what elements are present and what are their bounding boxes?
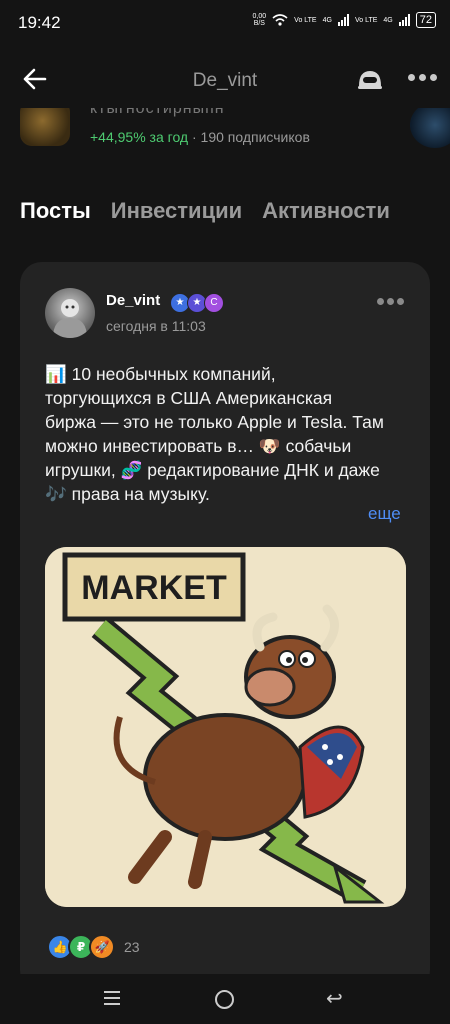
sim2-net: 4G [383,16,393,24]
strategy-stats: +44,95% за год · 190 подписчиков [90,129,310,145]
system-back-icon[interactable]: ↩ [326,986,343,1011]
post-more-icon[interactable] [377,298,404,305]
top-app-bar: De_vint [0,52,450,108]
post-image[interactable]: MARKET [45,547,406,907]
post-author[interactable]: De_vint [106,292,160,309]
sim1-net: 4G [322,16,332,24]
tab-posts[interactable]: Посты [20,198,91,224]
status-icons: 0,00 B/S Vo LTE 4G Vo LTE 4G 72 [253,12,436,28]
profile-tabs: Посты Инвестиции Активности [20,198,390,224]
strategy-subscribers: 190 подписчиков [200,129,310,145]
strategy-image [20,108,70,146]
system-nav-bar: ↩ [0,974,450,1024]
circle-badge-icon: C [204,293,224,313]
sim2-label: Vo LTE [354,16,378,24]
status-time: 19:42 [18,13,61,32]
strategy-gain: +44,95% за год [90,129,189,145]
avatar[interactable] [45,288,95,338]
signal-2-icon [398,14,410,26]
battery-icon: 72 [415,12,436,28]
post-date: сегодня в 11:03 [106,318,206,334]
net-speed: 0,00 B/S [252,13,267,27]
reactions-bar[interactable]: 👍 ₽ 🚀 23 [47,934,140,960]
recent-apps-icon[interactable] [104,991,120,1009]
author-badges: ★ ★ C [170,293,224,313]
helmet-icon[interactable] [356,68,384,92]
post-card: De_vint ★ ★ C сегодня в 11:03 📊 10 необы… [20,262,430,992]
tab-activities[interactable]: Активности [262,198,390,224]
strategy-image-2 [410,108,450,148]
read-more-link[interactable]: еще [368,504,401,524]
status-bar: 19:42 0,00 B/S Vo LTE 4G Vo LTE 4G 72 [0,0,450,44]
wifi-icon [272,14,288,26]
home-icon[interactable] [215,990,234,1009]
strategy-strip[interactable]: ктыгностирныпн +44,95% за год · 190 подп… [0,108,450,158]
signal-1-icon [337,14,349,26]
rocket-icon: 🚀 [89,934,115,960]
more-options-icon[interactable] [408,74,437,81]
market-sign: MARKET [81,569,227,607]
sim1-label: Vo LTE [294,16,317,24]
tab-investments[interactable]: Инвестиции [111,198,242,224]
post-text: 📊 10 необычных компаний, торгующихся в С… [45,364,384,504]
strategy-name: ктыгностирныпн [90,108,225,117]
reactions-count: 23 [124,939,140,955]
